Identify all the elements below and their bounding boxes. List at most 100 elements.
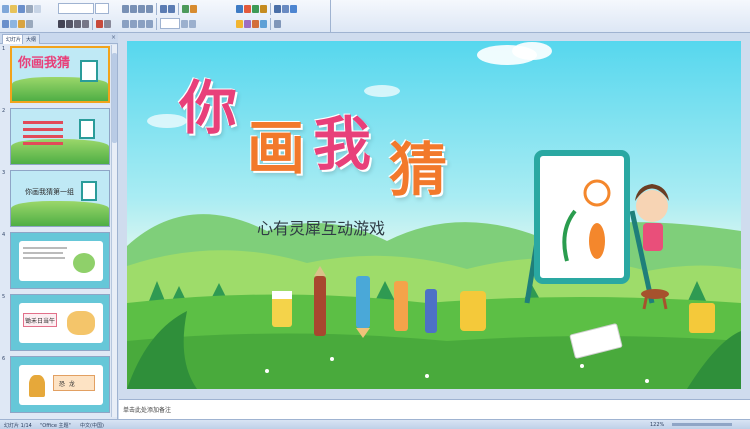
text-line — [23, 257, 65, 259]
wordart-icon[interactable] — [244, 19, 251, 28]
easel-shape — [79, 119, 95, 139]
slide-subtitle[interactable]: 心有灵犀互动游戏 — [257, 215, 385, 239]
thumb-title: 你画我猜第一组 — [25, 188, 74, 196]
cut-icon[interactable] — [2, 19, 9, 28]
illustration — [67, 311, 95, 335]
layout-icon[interactable] — [190, 4, 197, 13]
notes-pane[interactable]: 单击此处添加备注 — [119, 399, 750, 419]
thumb-title: 恐 龙 — [59, 381, 75, 388]
format-painter-icon[interactable] — [26, 19, 33, 28]
select-icon[interactable] — [260, 19, 267, 28]
panel-tabs: 幻灯片 大纲 × — [0, 33, 118, 44]
slide-thumbnail-3[interactable]: 3 你画我猜第一组 — [0, 170, 116, 230]
redo-icon[interactable] — [168, 4, 175, 13]
close-panel-icon[interactable]: × — [111, 34, 116, 41]
shape-icon[interactable] — [236, 4, 243, 13]
save-icon[interactable] — [18, 4, 25, 13]
title-char-3[interactable]: 我 — [313, 115, 371, 173]
slide-number: 1 — [2, 46, 6, 52]
quick-styles-icon[interactable] — [274, 4, 281, 13]
replace-icon[interactable] — [274, 19, 281, 28]
undo-icon[interactable] — [160, 4, 167, 13]
zoom-level[interactable]: 122% — [650, 422, 664, 428]
indent-icon[interactable] — [138, 19, 145, 28]
ribbon-toolbar — [0, 0, 750, 33]
text-box-icon[interactable] — [236, 19, 243, 28]
menu-bar — [23, 121, 63, 124]
current-slide[interactable]: 你 画 我 猜 心有灵犀互动游戏 — [127, 41, 741, 389]
open-icon[interactable] — [10, 4, 17, 13]
menu-bar — [23, 142, 63, 145]
help-icon[interactable] — [290, 4, 297, 13]
menu-bar — [23, 128, 63, 131]
slide-thumbnail-2[interactable]: 2 — [0, 108, 116, 168]
align-center-icon[interactable] — [130, 4, 137, 13]
grass-shape — [11, 201, 109, 226]
font-size-combo[interactable] — [95, 3, 109, 14]
columns-icon[interactable] — [181, 19, 188, 28]
effects-icon[interactable] — [252, 19, 259, 28]
paragraph-group — [122, 1, 232, 32]
line-spacing-combo[interactable] — [160, 18, 180, 29]
justify-icon[interactable] — [146, 4, 153, 13]
text-line — [23, 247, 67, 249]
illustration — [73, 253, 95, 273]
scrollbar-thumb[interactable] — [112, 53, 117, 143]
tab-outline[interactable]: 大纲 — [22, 34, 41, 44]
slide-number: 2 — [2, 108, 6, 114]
panel-scrollbar[interactable] — [111, 45, 117, 417]
bullets-icon[interactable] — [122, 19, 129, 28]
zoom-slider[interactable] — [672, 423, 732, 426]
grow-font-icon[interactable] — [104, 19, 111, 28]
outdent-icon[interactable] — [146, 19, 153, 28]
paste-icon[interactable] — [18, 19, 25, 28]
slide-thumbnail-5[interactable]: 5 锄禾日当午 — [0, 294, 116, 354]
slide-thumbnail-6[interactable]: 6 恐 龙 — [0, 356, 116, 416]
arrange-icon[interactable] — [260, 4, 267, 13]
slides-panel: 幻灯片 大纲 × 1 你画我猜 2 3 你画我猜第一组 4 5 锄禾日当午 6 … — [0, 33, 118, 419]
bold-icon[interactable] — [58, 19, 65, 28]
new-icon[interactable] — [2, 4, 9, 13]
font-color-icon[interactable] — [96, 19, 103, 28]
find-icon[interactable] — [282, 4, 289, 13]
italic-icon[interactable] — [66, 19, 73, 28]
clipboard-group — [2, 1, 50, 32]
slide-counter: 幻灯片 1/14 — [4, 423, 32, 429]
title-char-4[interactable]: 猜 — [389, 141, 447, 199]
slide-number: 4 — [2, 232, 6, 238]
slide-number: 6 — [2, 356, 6, 362]
numbering-icon[interactable] — [130, 19, 137, 28]
slide-thumbnail-4[interactable]: 4 — [0, 232, 116, 292]
thumbnail-image — [10, 108, 110, 165]
thumb-title: 你画我猜 — [18, 56, 71, 71]
slide-number: 5 — [2, 294, 6, 300]
powerpoint-window: 幻灯片 大纲 × 1 你画我猜 2 3 你画我猜第一组 4 5 锄禾日当午 6 … — [0, 0, 750, 429]
align-left-icon[interactable] — [122, 4, 129, 13]
language-indicator: 中文(中国) — [80, 423, 104, 429]
underline-icon[interactable] — [74, 19, 81, 28]
drawing-group — [236, 1, 326, 32]
thumbnail-image — [10, 232, 110, 289]
font-name-combo[interactable] — [58, 3, 94, 14]
title-char-1[interactable]: 你 — [179, 79, 237, 137]
copy-icon[interactable] — [10, 19, 17, 28]
align-right-icon[interactable] — [138, 4, 145, 13]
text-line — [23, 252, 63, 254]
notes-placeholder[interactable]: 单击此处添加备注 — [123, 405, 171, 414]
shadow-icon[interactable] — [82, 19, 89, 28]
theme-name: "Office 主题" — [40, 423, 71, 429]
shape-outline-icon[interactable] — [252, 4, 259, 13]
text-direction-icon[interactable] — [189, 19, 196, 28]
thumbnail-image: 你画我猜 — [10, 46, 110, 103]
title-char-2[interactable]: 画 — [247, 119, 305, 177]
dinosaur-illustration — [29, 375, 45, 397]
thumbnail-image: 恐 龙 — [10, 356, 110, 413]
easel-shape — [80, 60, 98, 82]
preview-icon[interactable] — [34, 4, 41, 13]
thumbnail-image: 你画我猜第一组 — [10, 170, 110, 227]
print-icon[interactable] — [26, 4, 33, 13]
shape-fill-icon[interactable] — [244, 4, 251, 13]
thumb-title: 锄禾日当午 — [25, 318, 56, 325]
slide-thumbnail-1[interactable]: 1 你画我猜 — [0, 46, 116, 106]
new-slide-icon[interactable] — [182, 4, 189, 13]
